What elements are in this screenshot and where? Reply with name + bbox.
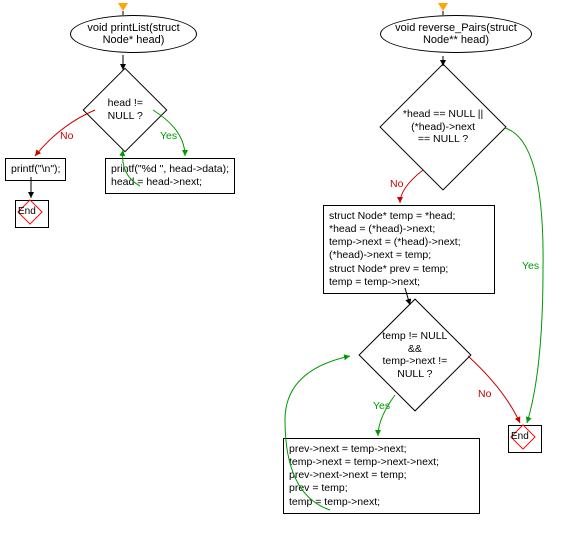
func-text-left: void printList(structNode* head) bbox=[87, 22, 179, 46]
edge-yes1-right: Yes bbox=[522, 260, 539, 272]
process2-right: prev->next = temp->next;temp->next = tem… bbox=[283, 438, 480, 514]
process-no-left-text: printf("\n"); bbox=[11, 163, 60, 175]
process-no-left: printf("\n"); bbox=[5, 158, 66, 181]
func-text-right: void reverse_Pairs(structNode** head) bbox=[395, 22, 517, 46]
start-arrow-right bbox=[438, 3, 448, 11]
process1-right: struct Node* temp = *head;*head = (*head… bbox=[323, 205, 495, 294]
decision2-right: temp != NULL &&temp->next != NULL ? bbox=[358, 298, 471, 411]
start-arrow-left bbox=[118, 3, 128, 11]
decision-left-text: head != NULL ? bbox=[96, 97, 154, 122]
edge-yes-left: Yes bbox=[160, 130, 177, 142]
func-terminal-left: void printList(structNode* head) bbox=[70, 15, 197, 53]
decision1-right-text: *head == NULL || (*head)->next== NULL ? bbox=[399, 108, 487, 146]
process2-right-text: prev->next = temp->next;temp->next = tem… bbox=[289, 443, 439, 508]
decision1-right: *head == NULL || (*head)->next== NULL ? bbox=[379, 63, 506, 190]
process1-right-text: struct Node* temp = *head;*head = (*head… bbox=[329, 210, 461, 288]
edge-no-left: No bbox=[60, 130, 73, 142]
edge-yes2-right: Yes bbox=[373, 400, 390, 412]
end-left: End bbox=[15, 200, 47, 226]
func-terminal-right: void reverse_Pairs(structNode** head) bbox=[380, 15, 532, 53]
end-right-text: End bbox=[511, 431, 529, 442]
end-right: End bbox=[508, 425, 540, 451]
edge-no1-right: No bbox=[390, 178, 403, 190]
end-left-text: End bbox=[18, 206, 36, 217]
edge-no2-right: No bbox=[478, 388, 491, 400]
decision-left: head != NULL ? bbox=[83, 68, 168, 153]
process-yes-left: printf("%d ", head->data);head = head->n… bbox=[105, 158, 235, 194]
process-yes-left-text: printf("%d ", head->data);head = head->n… bbox=[111, 163, 229, 188]
decision2-right-text: temp != NULL &&temp->next != NULL ? bbox=[376, 330, 454, 380]
